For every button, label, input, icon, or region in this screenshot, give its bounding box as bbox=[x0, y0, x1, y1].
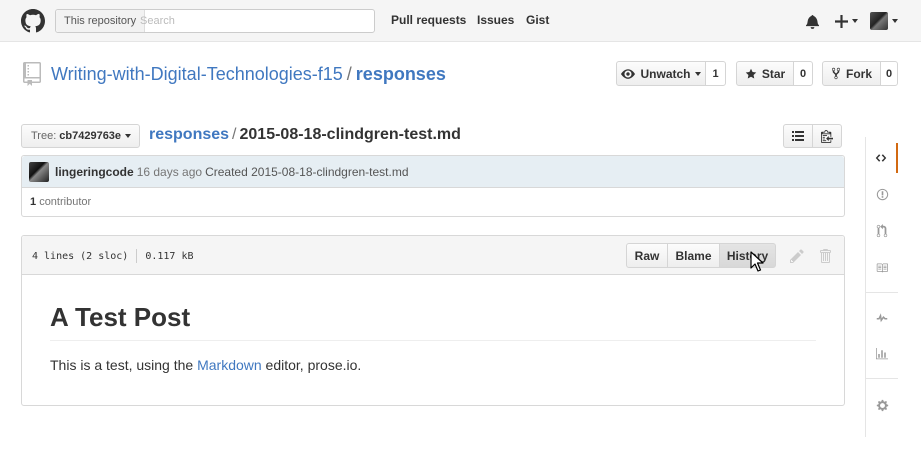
gear-icon bbox=[876, 399, 888, 411]
code-icon bbox=[875, 154, 887, 162]
commit-author-link[interactable]: lingeringcode bbox=[55, 165, 134, 179]
tree-label: Tree: bbox=[31, 130, 57, 142]
pencil-icon[interactable] bbox=[789, 248, 805, 264]
markdown-heading: A Test Post bbox=[50, 302, 191, 332]
unwatch-button[interactable]: Unwatch bbox=[616, 61, 706, 86]
commit-tease: lingeringcode 16 days ago Created 2015-08-… bbox=[21, 155, 845, 217]
create-new-plus-icon[interactable] bbox=[835, 11, 858, 31]
history-button[interactable]: History bbox=[719, 243, 776, 268]
site-header: This repository Pull requests Issues Gis… bbox=[0, 0, 921, 42]
file-size: 0.117 kB bbox=[145, 251, 194, 262]
heading-divider bbox=[50, 340, 816, 341]
sidebar-item-graphs[interactable] bbox=[866, 339, 898, 369]
list-icon bbox=[792, 131, 804, 141]
fork-button[interactable]: Fork bbox=[822, 61, 881, 86]
issue-opened-icon bbox=[876, 188, 888, 200]
tree-commit-sha: cb7429763e bbox=[59, 130, 122, 142]
fork-label: Fork bbox=[845, 66, 872, 81]
search-box[interactable]: This repository bbox=[55, 9, 375, 33]
breadcrumb-separator: / bbox=[232, 126, 237, 143]
mouse-pointer-icon bbox=[750, 251, 764, 272]
avatar[interactable] bbox=[29, 162, 49, 182]
search-scope-label: This repository bbox=[56, 10, 146, 32]
sidebar-item-wiki[interactable] bbox=[866, 253, 898, 283]
star-icon bbox=[745, 68, 757, 80]
sidebar-divider bbox=[866, 292, 898, 293]
latest-commit-bar: lingeringcode 16 days ago Created 2015-08-… bbox=[22, 156, 844, 188]
star-count[interactable]: 0 bbox=[793, 61, 813, 86]
latest-commit-line: lingeringcode 16 days ago Created 2015-08-… bbox=[55, 165, 409, 179]
nav-gist[interactable]: Gist bbox=[526, 13, 549, 27]
file-viewer: 4 lines (2 sloc) 0.117 kB Raw Blame Histo… bbox=[21, 235, 845, 406]
file-header: 4 lines (2 sloc) 0.117 kB Raw Blame Histo… bbox=[22, 236, 844, 275]
contributor-label: contributor bbox=[39, 196, 92, 208]
file-list-button[interactable] bbox=[783, 124, 813, 148]
sidebar-item-pulse[interactable] bbox=[866, 303, 898, 333]
book-icon bbox=[876, 263, 888, 273]
chevron-down-icon bbox=[892, 19, 898, 23]
sidebar-item-pull-requests[interactable] bbox=[866, 216, 898, 246]
contributors-summary[interactable]: 1 contributor bbox=[30, 196, 91, 208]
repo-owner-link[interactable]: Writing-with-Digital-Technologies-f15 bbox=[51, 64, 343, 84]
repo-title: Writing-with-Digital-Technologies-f15/re… bbox=[51, 64, 446, 85]
clipboard-icon bbox=[821, 130, 833, 143]
repo-name-link[interactable]: responses bbox=[356, 64, 446, 84]
file-info-divider bbox=[136, 249, 138, 263]
nav-pull-requests[interactable]: Pull requests bbox=[391, 13, 466, 27]
eye-icon bbox=[621, 68, 636, 79]
pulse-icon bbox=[876, 313, 888, 323]
tree-select-button[interactable]: Tree: cb7429763e bbox=[21, 124, 140, 148]
avatar bbox=[870, 12, 888, 30]
repo-book-icon bbox=[23, 62, 41, 86]
copy-path-button[interactable] bbox=[812, 124, 842, 148]
chevron-down-icon bbox=[125, 134, 132, 138]
contributor-count: 1 bbox=[30, 196, 37, 208]
repo-title-separator: / bbox=[346, 64, 352, 84]
repo-sidebar bbox=[865, 137, 898, 437]
chevron-down-icon bbox=[694, 71, 701, 76]
graph-icon bbox=[876, 348, 888, 360]
trash-icon[interactable] bbox=[817, 248, 833, 264]
sidebar-item-settings[interactable] bbox=[866, 390, 898, 420]
markdown-link[interactable]: Markdown bbox=[197, 357, 262, 373]
paragraph-text-start: This is a test, using the bbox=[50, 357, 198, 373]
chevron-down-icon bbox=[852, 19, 858, 23]
blame-button[interactable]: Blame bbox=[667, 243, 720, 268]
user-menu[interactable] bbox=[870, 11, 898, 31]
breadcrumb-repo-link[interactable]: responses bbox=[149, 126, 229, 143]
pull-request-icon bbox=[876, 224, 888, 238]
sidebar-item-issues[interactable] bbox=[866, 179, 898, 209]
search-input[interactable] bbox=[140, 12, 370, 30]
watch-count[interactable]: 1 bbox=[705, 61, 726, 86]
fork-count[interactable]: 0 bbox=[880, 61, 898, 86]
sidebar-divider bbox=[866, 378, 898, 379]
commit-time: 16 days ago bbox=[136, 165, 203, 179]
breadcrumb: responses/2015-08-18-clindgren-test.md bbox=[149, 126, 461, 144]
file-lines-count: 4 lines (2 sloc) bbox=[32, 251, 129, 262]
raw-button[interactable]: Raw bbox=[626, 243, 668, 268]
star-label: Star bbox=[761, 66, 786, 81]
sidebar-item-code[interactable] bbox=[866, 143, 898, 173]
nav-issues[interactable]: Issues bbox=[477, 13, 514, 27]
github-logo-icon[interactable] bbox=[21, 9, 45, 33]
notifications-bell-icon[interactable] bbox=[806, 11, 819, 31]
paragraph-text-end: editor, prose.io. bbox=[261, 357, 362, 373]
markdown-paragraph: This is a test, using the Markdown edito… bbox=[50, 357, 361, 373]
star-button[interactable]: Star bbox=[736, 61, 794, 86]
commit-message-link[interactable]: Created 2015-08-18-clindgren-test.md bbox=[205, 165, 408, 179]
fork-icon bbox=[831, 67, 841, 80]
unwatch-label: Unwatch bbox=[640, 66, 691, 81]
breadcrumb-file-name: 2015-08-18-clindgren-test.md bbox=[239, 126, 461, 143]
file-info: 4 lines (2 sloc) 0.117 kB bbox=[32, 249, 194, 263]
